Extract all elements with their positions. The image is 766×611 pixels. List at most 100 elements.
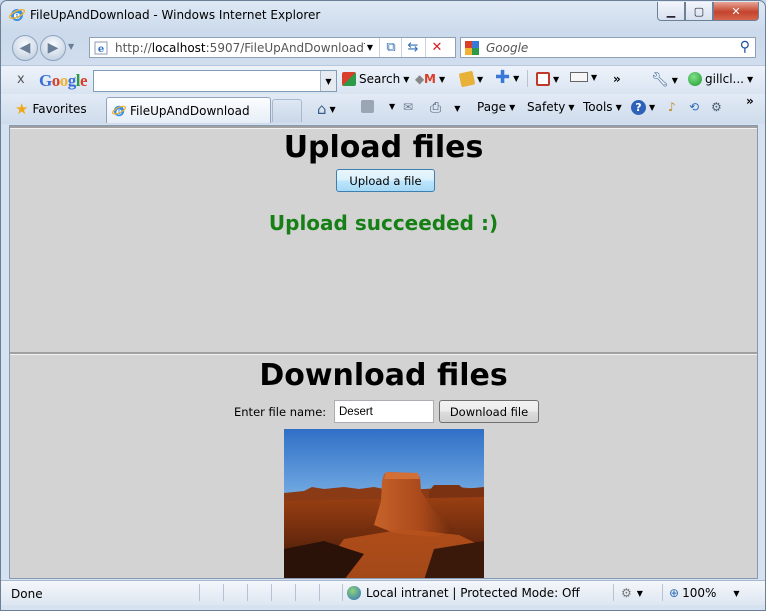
upload-status-message: Upload succeeded :) — [268, 211, 499, 235]
print-button[interactable]: ⎙ ▼ — [430, 100, 460, 116]
settings-button[interactable]: 🔧︎ ▼ — [651, 72, 678, 88]
zoom-control[interactable]: ⊕ 100% ▼ — [669, 586, 740, 600]
wrench-icon: 🔧︎ — [651, 72, 669, 88]
chevron-down-icon[interactable]: ▼ — [320, 71, 336, 91]
share-button[interactable]: ✚ ▼ — [495, 67, 519, 88]
read-mail-button[interactable]: ✉ — [403, 100, 413, 114]
upload-heading: Upload files — [283, 130, 484, 165]
status-divider — [271, 584, 272, 601]
close-button[interactable]: ✕ — [713, 2, 759, 21]
browser-window: e FileUpAndDownload - Windows Internet E… — [0, 0, 766, 611]
highlight-button[interactable]: ▼ — [570, 72, 597, 82]
rss-icon — [361, 100, 374, 113]
mail-icon: ✉ — [403, 100, 414, 114]
chevron-down-icon: ▼ — [733, 588, 740, 598]
plus-icon: ✚ — [495, 67, 511, 88]
google-search-input[interactable]: ▼ — [93, 70, 337, 92]
google-toolbar: x Google ▼ Search ▼ ◆ M ▼ ▼ ✚ ▼ ▼ ▼ » 🔧︎ ▼ g… — [1, 65, 765, 95]
google-search-button[interactable]: Search ▼ — [342, 72, 409, 86]
gear-icon: ⚙ — [621, 586, 632, 600]
status-divider — [199, 584, 200, 601]
popup-blocker-icon — [536, 72, 550, 86]
ie-icon: e — [112, 105, 126, 118]
compat-view-button[interactable]: ⧉ — [379, 38, 402, 57]
gmail-button[interactable]: M ▼ — [424, 72, 445, 86]
recent-pages-dropdown[interactable]: ▼ — [68, 42, 74, 51]
search-bar[interactable]: Google ⚲ — [460, 37, 756, 58]
bookmarks-button[interactable]: ▼ — [458, 70, 483, 88]
accessibility-icon[interactable]: ⚙ — [711, 100, 722, 114]
address-bar[interactable]: e http://localhost:5907/FileUpAndDownloa… — [89, 37, 456, 58]
new-tab-button[interactable] — [272, 99, 302, 122]
account-status-icon — [688, 72, 702, 86]
more-chevron-icon[interactable]: » — [613, 72, 621, 86]
forward-button[interactable]: ▶ — [40, 35, 66, 61]
maximize-button[interactable]: ▢ — [685, 2, 713, 21]
research-icon[interactable]: ♪ — [668, 100, 676, 114]
gmail-icon: M — [424, 72, 436, 86]
status-bar: Done Local intranet | Protected Mode: Of… — [1, 580, 765, 605]
tab-fileupanddownload[interactable]: e FileUpAndDownload — [106, 97, 271, 123]
google-logo: Google — [39, 71, 88, 90]
tab-title: FileUpAndDownload — [130, 104, 250, 118]
page-icon: e — [94, 41, 108, 55]
window-controls: ▁ ▢ ✕ — [657, 2, 759, 21]
tools-menu-button[interactable]: Tools ▼ — [583, 100, 622, 114]
status-divider — [319, 584, 320, 601]
feeds-button[interactable]: ▼ — [361, 100, 395, 113]
safety-menu-button[interactable]: Safety ▼ — [527, 100, 575, 114]
status-divider — [662, 584, 663, 601]
globe-icon — [347, 586, 361, 600]
security-zone[interactable]: Local intranet | Protected Mode: Off — [347, 586, 580, 600]
toolbar-separator-icon: ◆ — [415, 72, 425, 86]
maximize-icon: ▢ — [693, 4, 705, 18]
chevron-down-icon: ▼ — [403, 74, 410, 84]
compat-view-icon: ⧉ — [386, 40, 396, 55]
downloaded-image — [284, 429, 484, 578]
page-menu-button[interactable]: Page ▼ — [477, 100, 515, 114]
status-divider — [342, 584, 343, 601]
search-icon[interactable]: ⚲ — [740, 39, 750, 55]
help-button[interactable]: ? ▼ — [631, 100, 655, 115]
stop-icon: ✕ — [431, 40, 443, 55]
status-divider — [223, 584, 224, 601]
status-text: Done — [11, 587, 43, 601]
google-g-icon — [342, 72, 356, 86]
download-heading: Download files — [259, 358, 508, 393]
account-button[interactable]: gillcl... ▼ — [688, 72, 753, 86]
popup-blocker-button[interactable]: ▼ — [536, 72, 559, 86]
minimize-button[interactable]: ▁ — [657, 2, 685, 21]
close-icon: ✕ — [731, 4, 741, 18]
section-divider — [10, 352, 757, 355]
help-icon: ? — [631, 100, 646, 115]
print-icon: ⎙ — [430, 100, 442, 116]
refresh-icon: ⇆ — [407, 40, 419, 55]
window-title: FileUpAndDownload - Windows Internet Exp… — [30, 8, 321, 22]
highlight-icon — [570, 72, 588, 82]
download-file-button[interactable]: Download file — [439, 400, 539, 423]
search-placeholder: Google — [486, 41, 529, 55]
toolbar-divider — [527, 70, 528, 87]
favorites-bar: ★ Favorites e FileUpAndDownload ⌂ ▼ ▼ ✉ ⎙… — [1, 94, 765, 124]
ie-icon: e — [9, 8, 25, 22]
toolbar-close-icon[interactable]: x — [17, 72, 25, 87]
title-bar: e FileUpAndDownload - Windows Internet E… — [1, 1, 765, 31]
address-url[interactable]: http://localhost:5907/FileUpAndDownloadT… — [115, 41, 365, 55]
translate-icon[interactable]: ⟲ — [689, 100, 699, 114]
more-chevron-icon[interactable]: » — [746, 94, 754, 108]
add-ons-button[interactable]: ⚙ ▼ — [621, 586, 643, 600]
zoom-icon: ⊕ — [669, 586, 680, 600]
refresh-button[interactable]: ⇆ — [401, 38, 424, 57]
address-dropdown[interactable]: ▼ — [363, 38, 377, 57]
upload-file-button[interactable]: Upload a file — [336, 169, 435, 192]
back-icon: ◀ — [19, 40, 31, 56]
home-button[interactable]: ⌂ ▼ — [317, 100, 336, 118]
back-button[interactable]: ◀ — [12, 35, 38, 61]
stop-button[interactable]: ✕ — [425, 38, 448, 57]
favorites-button[interactable]: ★ Favorites — [15, 100, 87, 118]
forward-icon: ▶ — [47, 40, 59, 56]
file-name-input[interactable] — [334, 400, 434, 423]
home-icon: ⌂ — [317, 100, 327, 118]
svg-text:e: e — [98, 44, 104, 55]
status-divider — [295, 584, 296, 601]
